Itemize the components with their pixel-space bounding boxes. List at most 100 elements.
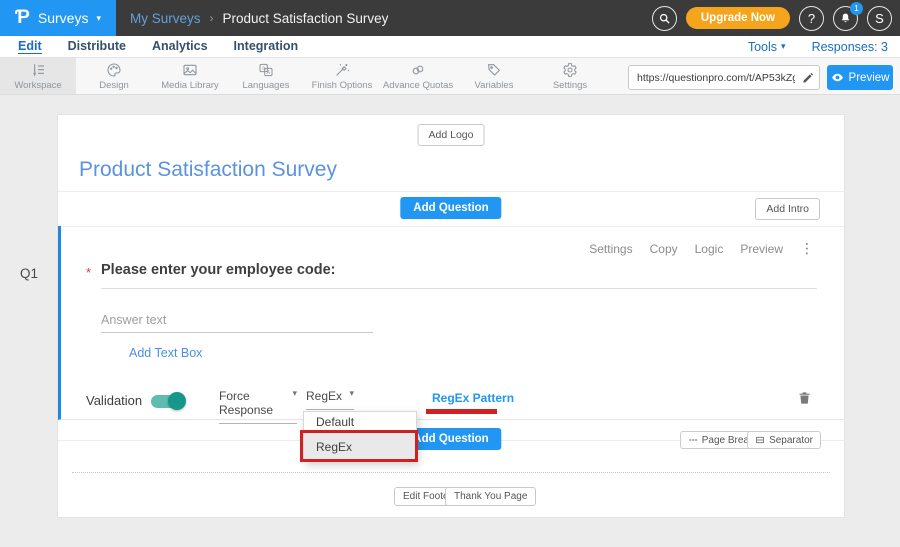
trash-icon (797, 390, 812, 406)
annotation-underline (426, 409, 497, 414)
top-bar: Ƥ Surveys ▾ My Surveys › Product Satisfa… (0, 0, 900, 36)
svg-text:a: a (262, 65, 265, 71)
toolbar-workspace[interactable]: Workspace (0, 58, 76, 94)
force-response-dropdown[interactable]: Force Response ▾ (219, 389, 297, 424)
toggle-knob (168, 392, 186, 410)
nav-tabs: Edit Distribute Analytics Integration (0, 39, 298, 54)
search-icon (658, 12, 671, 25)
toolbar-advance-quotas[interactable]: Advance Quotas (380, 58, 456, 94)
survey-nav: Edit Distribute Analytics Integration To… (0, 36, 900, 58)
toolbar-settings-label: Settings (553, 80, 587, 91)
question-text[interactable]: Please enter your employee code: (101, 262, 336, 278)
palette-icon (106, 62, 122, 78)
toolbar-languages[interactable]: aA Languages (228, 58, 304, 94)
pencil-icon (802, 72, 814, 84)
preview-button[interactable]: Preview (827, 65, 893, 90)
account-avatar[interactable]: S (867, 6, 892, 31)
tools-menu[interactable]: Tools ▾ (748, 40, 786, 54)
tab-analytics[interactable]: Analytics (152, 39, 208, 54)
tab-integration[interactable]: Integration (234, 39, 299, 54)
product-menu[interactable]: Ƥ Surveys ▾ (0, 0, 116, 36)
page-break-icon (688, 435, 698, 445)
eye-icon (831, 71, 844, 84)
image-icon (182, 62, 198, 78)
add-text-box-link[interactable]: Add Text Box (129, 346, 202, 360)
avatar-initial: S (875, 11, 884, 26)
toolbar-media-library-label: Media Library (161, 80, 219, 91)
svg-text:A: A (267, 69, 271, 75)
tag-icon (486, 62, 502, 78)
force-response-value: Force Response (219, 389, 286, 417)
validation-type-value: RegEx (306, 389, 342, 403)
chevron-down-icon: ▾ (349, 389, 354, 398)
question-preview-button[interactable]: Preview (740, 242, 783, 256)
validation-toggle[interactable] (151, 395, 184, 408)
breadcrumb-my-surveys[interactable]: My Surveys (130, 11, 201, 26)
tab-edit[interactable]: Edit (18, 39, 42, 54)
toolbar-design-label: Design (99, 80, 129, 91)
separator-label: Separator (769, 435, 813, 446)
nav-right: Tools ▾ Responses: 3 (748, 40, 900, 54)
questionpro-survey-editor: Ƥ Surveys ▾ My Surveys › Product Satisfa… (0, 0, 900, 547)
notification-badge: 1 (850, 2, 863, 15)
bell-icon (839, 12, 852, 25)
thank-you-page-button[interactable]: Thank You Page (445, 487, 536, 506)
add-intro-button[interactable]: Add Intro (755, 198, 820, 220)
toolbar-variables[interactable]: Variables (456, 58, 532, 94)
top-bar-actions: Upgrade Now ? 1 S (652, 6, 900, 31)
chain-links-icon (410, 62, 426, 78)
edit-url-button[interactable] (797, 72, 819, 84)
upgrade-now-button[interactable]: Upgrade Now (686, 7, 790, 29)
search-button[interactable] (652, 6, 677, 31)
chevron-down-icon: ▾ (781, 42, 786, 51)
add-logo-button[interactable]: Add Logo (418, 124, 485, 146)
delete-question-button[interactable] (797, 390, 813, 407)
question-logic-button[interactable]: Logic (695, 242, 724, 256)
toolbar-variables-label: Variables (475, 80, 514, 91)
toolbar-languages-label: Languages (242, 80, 289, 91)
question-underline (101, 288, 817, 289)
chevron-down-icon: ▾ (96, 14, 101, 23)
notifications-button[interactable]: 1 (833, 6, 858, 31)
toolbar-advance-quotas-label: Advance Quotas (383, 80, 453, 91)
toolbar-finish-options[interactable]: Finish Options (304, 58, 380, 94)
dotted-divider (72, 472, 830, 473)
regex-pattern-link[interactable]: RegEx Pattern (432, 391, 514, 405)
validation-type-dropdown[interactable]: RegEx ▾ (306, 389, 354, 410)
survey-title[interactable]: Product Satisfaction Survey (79, 158, 337, 182)
tools-label: Tools (748, 40, 777, 54)
add-question-button-top[interactable]: Add Question (400, 197, 501, 219)
question-card: Settings Copy Logic Preview ⋮ * Please e… (58, 226, 844, 420)
survey-canvas: Add Logo Product Satisfaction Survey Add… (57, 114, 845, 518)
divider (58, 191, 844, 192)
survey-url-input[interactable] (629, 72, 797, 84)
question-mark-icon: ? (808, 11, 815, 26)
tab-distribute[interactable]: Distribute (68, 39, 126, 54)
separator-icon (755, 435, 765, 445)
question-number-label: Q1 (20, 266, 38, 281)
breadcrumb-separator: › (210, 11, 214, 25)
toolbar-finish-options-label: Finish Options (312, 80, 373, 91)
responses-link[interactable]: Responses: 3 (812, 40, 888, 54)
answer-text-input[interactable] (101, 311, 373, 333)
question-copy-button[interactable]: Copy (650, 242, 678, 256)
annotation-highlight-box (300, 430, 418, 462)
preview-label: Preview (849, 72, 890, 84)
magic-wand-icon (334, 62, 350, 78)
separator-button[interactable]: Separator (747, 431, 821, 449)
question-settings-button[interactable]: Settings (589, 242, 632, 256)
languages-icon: aA (258, 62, 274, 78)
help-button[interactable]: ? (799, 6, 824, 31)
toolbar-settings[interactable]: Settings (532, 58, 608, 94)
more-options-icon[interactable]: ⋮ (800, 240, 814, 257)
toolbar-design[interactable]: Design (76, 58, 152, 94)
gear-icon (562, 62, 578, 78)
question-actions: Settings Copy Logic Preview ⋮ (589, 240, 814, 257)
validation-label: Validation (86, 393, 142, 408)
toolbar-media-library[interactable]: Media Library (152, 58, 228, 94)
product-menu-label: Surveys (38, 10, 89, 26)
questionpro-logo-icon: Ƥ (15, 7, 30, 29)
survey-url-box (628, 65, 820, 90)
required-asterisk: * (86, 265, 91, 280)
breadcrumb: My Surveys › Product Satisfaction Survey (130, 11, 388, 26)
